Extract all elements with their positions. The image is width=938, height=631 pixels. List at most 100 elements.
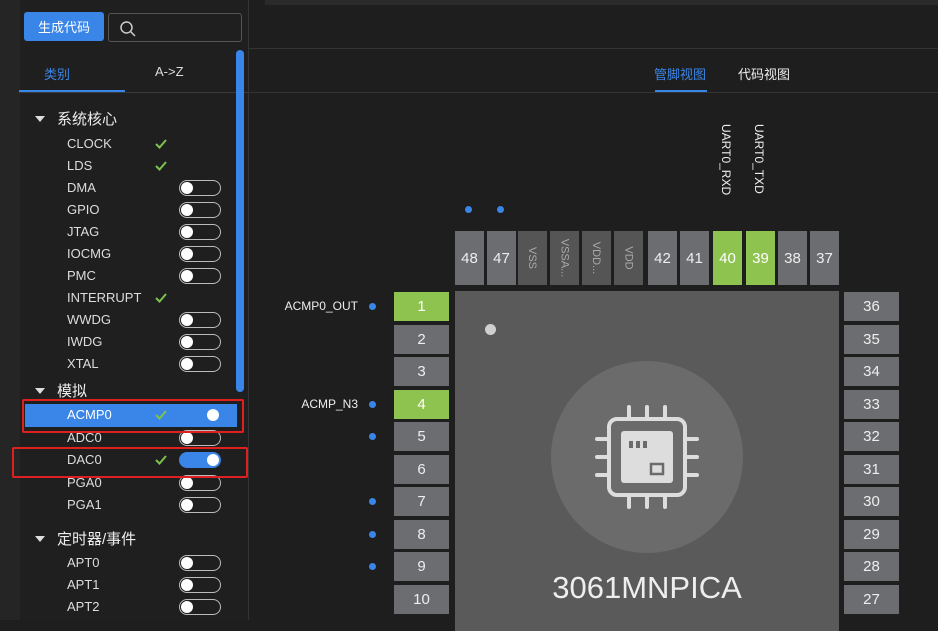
pin-left-3[interactable]: 3 (394, 357, 449, 386)
pin-right-35[interactable]: 35 (844, 324, 899, 354)
pin-top-38[interactable]: 38 (778, 231, 807, 285)
tree-item-dma[interactable]: DMA (67, 179, 96, 197)
pin-status-dot (369, 498, 376, 505)
toggle-knob (181, 358, 193, 370)
check-icon (154, 291, 168, 305)
pin-number: VSSA... (558, 238, 571, 278)
toggle-knob (181, 270, 193, 282)
tab-pin-view[interactable]: 管脚视图 (654, 64, 706, 83)
pin-top-48[interactable]: 48 (455, 231, 484, 285)
pin-top-vss[interactable]: VSS (518, 231, 547, 285)
chip-emblem (551, 361, 743, 553)
pin-top-41[interactable]: 41 (680, 231, 709, 285)
toggle-pmc[interactable] (179, 268, 221, 284)
search-input[interactable] (108, 13, 242, 42)
pin-right-36[interactable]: 36 (844, 292, 899, 321)
pin-top-vssa-[interactable]: VSSA... (550, 231, 579, 285)
toggle-xtal[interactable] (179, 356, 221, 372)
pin-top-vdd-[interactable]: VDD... (582, 231, 611, 285)
pin-number: 47 (493, 249, 510, 267)
pin-number: 48 (461, 249, 478, 267)
tree-item-iocmg[interactable]: IOCMG (67, 245, 111, 263)
toggle-knob (181, 226, 193, 238)
pin-number: 39 (752, 249, 769, 267)
pin-left-7[interactable]: 7 (394, 487, 449, 516)
tab-a-z[interactable]: A->Z (155, 64, 184, 79)
toggle-dma[interactable] (179, 180, 221, 196)
chevron-down-icon (35, 387, 45, 394)
toggle-jtag[interactable] (179, 224, 221, 240)
toggle-pga1[interactable] (179, 497, 221, 513)
toggle-knob (181, 204, 193, 216)
toggle-apt1[interactable] (179, 577, 221, 593)
pin-right-34[interactable]: 34 (844, 357, 899, 386)
category-3[interactable]: 定时器/事件 (35, 528, 136, 549)
pin-left-8[interactable]: 8 (394, 519, 449, 549)
category-label: 定时器/事件 (57, 531, 137, 548)
tab-category[interactable]: 类别 (44, 64, 70, 83)
pin-right-30[interactable]: 30 (844, 487, 899, 516)
pin-left-1[interactable]: 1 (394, 292, 449, 321)
tree-item-iwdg[interactable]: IWDG (67, 333, 102, 351)
pin-left-10[interactable]: 10 (394, 584, 449, 614)
pin-function-label: ACMP0_OUT (284, 299, 358, 313)
chevron-down-icon (35, 115, 45, 122)
tree-item-pmc[interactable]: PMC (67, 267, 96, 285)
toggle-knob (181, 248, 193, 260)
tree-item-apt1[interactable]: APT1 (67, 576, 100, 594)
category-2[interactable]: 模拟 (35, 380, 87, 401)
pin-top-42[interactable]: 42 (648, 231, 677, 285)
pin-right-28[interactable]: 28 (844, 552, 899, 581)
pin-number: VDD... (590, 241, 603, 275)
toggle-iocmg[interactable] (179, 246, 221, 262)
pin-function-label: ACMP_N3 (301, 396, 358, 411)
tab-code-view[interactable]: 代码视图 (738, 64, 790, 83)
tree-item-apt0[interactable]: APT0 (67, 554, 100, 572)
tree-item-xtal[interactable]: XTAL (67, 355, 99, 373)
pin-left-6[interactable]: 6 (394, 454, 449, 484)
pin-left-2[interactable]: 2 (394, 324, 449, 354)
pin-number: 37 (816, 249, 833, 267)
pin-top-47[interactable]: 47 (487, 231, 516, 285)
toggle-gpio[interactable] (179, 202, 221, 218)
pin-right-29[interactable]: 29 (844, 519, 899, 549)
pin-status-dot (369, 303, 376, 310)
scrollbar[interactable] (236, 50, 244, 392)
pin-top-40[interactable]: 40 (713, 231, 742, 285)
category-1[interactable]: 系统核心 (35, 108, 117, 129)
toggle-knob (181, 579, 193, 591)
tree-item-jtag[interactable]: JTAG (67, 223, 99, 241)
pin-right-31[interactable]: 31 (844, 454, 899, 484)
pin-right-27[interactable]: 27 (844, 584, 899, 614)
pin-left-5[interactable]: 5 (394, 422, 449, 451)
selection-box-dac0 (12, 447, 248, 478)
pin-right-33[interactable]: 33 (844, 389, 899, 419)
generate-code-button[interactable]: 生成代码 (24, 12, 104, 41)
toggle-apt0[interactable] (179, 555, 221, 571)
pin-number: VDD (622, 246, 635, 270)
tree-item-clock[interactable]: CLOCK (67, 135, 112, 153)
pin-number: 38 (784, 249, 801, 267)
pin-top-vdd[interactable]: VDD (614, 231, 643, 285)
toggle-wwdg[interactable] (179, 312, 221, 328)
tree-item-interrupt[interactable]: INTERRUPT (67, 289, 141, 307)
pin-status-dot (497, 206, 504, 213)
pin-left-4[interactable]: 4 (394, 389, 449, 419)
tree-item-pga1[interactable]: PGA1 (67, 496, 102, 514)
toggle-knob (181, 557, 193, 569)
pin-top-39[interactable]: 39 (746, 231, 775, 285)
pin-status-dot (369, 530, 376, 538)
tree-item-gpio[interactable]: GPIO (67, 201, 100, 219)
pin-left-9[interactable]: 9 (394, 552, 449, 581)
pin-number: 40 (719, 249, 736, 267)
tree-item-apt2[interactable]: APT2 (67, 598, 100, 616)
toggle-apt2[interactable] (179, 599, 221, 615)
tab-divider (19, 92, 248, 93)
toggle-iwdg[interactable] (179, 334, 221, 350)
tree-item-lds[interactable]: LDS (67, 157, 92, 175)
pin-right-32[interactable]: 32 (844, 422, 899, 451)
pin1-marker (485, 324, 496, 335)
tree-item-wwdg[interactable]: WWDG (67, 311, 111, 329)
check-icon (154, 137, 168, 151)
pin-top-37[interactable]: 37 (810, 231, 839, 285)
